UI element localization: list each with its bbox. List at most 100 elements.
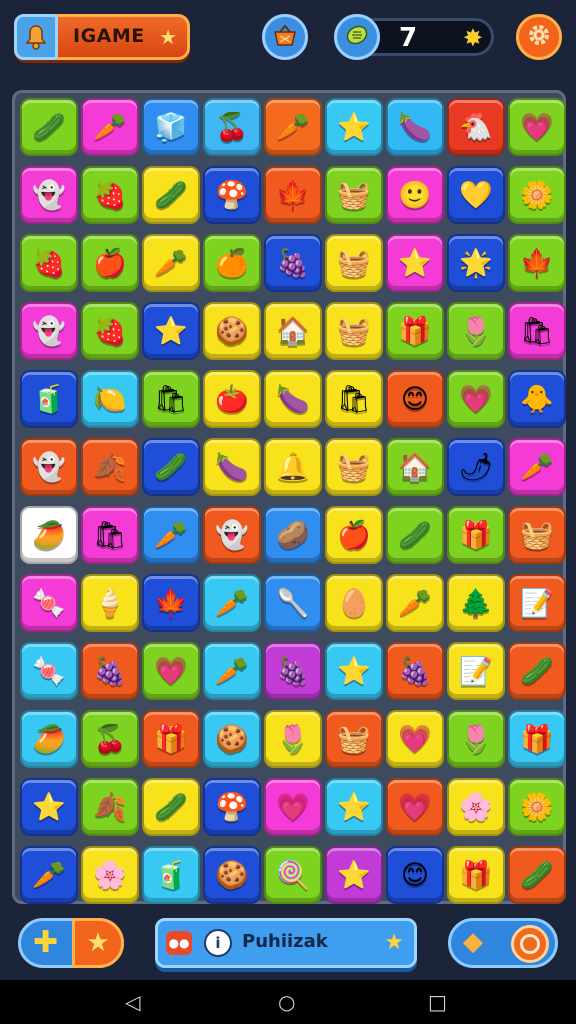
game-tile[interactable]: 🌸	[81, 846, 139, 904]
game-tile[interactable]: 🍓	[20, 234, 78, 292]
game-tile[interactable]: 💛	[447, 166, 505, 224]
game-tile[interactable]: ⭐	[325, 846, 383, 904]
game-tile[interactable]: 🥔	[264, 506, 322, 564]
game-tile[interactable]: 🐔	[447, 98, 505, 156]
game-tile[interactable]: 🌼	[508, 166, 566, 224]
cube-icon[interactable]: ◆	[463, 927, 483, 957]
game-tile[interactable]: 🥕	[508, 438, 566, 496]
game-tile[interactable]: 🍇	[264, 642, 322, 700]
game-tile[interactable]: 🧺	[325, 438, 383, 496]
game-tile[interactable]: 🐥	[508, 370, 566, 428]
game-tile[interactable]: 💗	[264, 778, 322, 836]
game-tile[interactable]: 🌸	[447, 778, 505, 836]
game-tile[interactable]: 🍂	[81, 778, 139, 836]
game-tile[interactable]: 🎁	[447, 506, 505, 564]
game-tile[interactable]: 🍁	[142, 574, 200, 632]
game-tile[interactable]: 🍪	[203, 710, 261, 768]
game-tile[interactable]: 🍇	[81, 642, 139, 700]
game-tile[interactable]: 🎁	[508, 710, 566, 768]
game-tile[interactable]: 🏠	[386, 438, 444, 496]
game-tile[interactable]: ⭐	[386, 234, 444, 292]
game-tile[interactable]: 🛍	[508, 302, 566, 360]
game-tile[interactable]: 🍆	[264, 370, 322, 428]
game-tile[interactable]: 🍎	[325, 506, 383, 564]
game-tile[interactable]: 💗	[386, 710, 444, 768]
recents-nav-button[interactable]: □	[428, 990, 447, 1014]
game-tile[interactable]: 😊	[386, 370, 444, 428]
game-tile[interactable]: 💗	[508, 98, 566, 156]
game-tile[interactable]: 🧃	[142, 846, 200, 904]
game-tile[interactable]: 👻	[20, 302, 78, 360]
game-title-badge[interactable]: IGAME ★	[14, 14, 190, 60]
game-tile[interactable]: 🍪	[203, 846, 261, 904]
game-tile[interactable]: 🧺	[325, 710, 383, 768]
game-tile[interactable]: 🧺	[325, 302, 383, 360]
game-tile[interactable]: 🍎	[81, 234, 139, 292]
game-tile[interactable]: 🥕	[20, 846, 78, 904]
game-tile[interactable]: 🥕	[203, 574, 261, 632]
target-button[interactable]	[511, 925, 549, 963]
game-tile[interactable]: ⭐	[20, 778, 78, 836]
game-tile[interactable]: 🍓	[81, 166, 139, 224]
home-nav-button[interactable]: ○	[278, 990, 295, 1014]
game-tile[interactable]: 🌼	[508, 778, 566, 836]
game-tile[interactable]: 🍊	[203, 234, 261, 292]
back-nav-button[interactable]: ◁	[125, 990, 140, 1014]
game-tile[interactable]: 💗	[447, 370, 505, 428]
game-tile[interactable]: 🍂	[81, 438, 139, 496]
game-tile[interactable]: 🍦	[81, 574, 139, 632]
game-tile[interactable]: 🥭	[20, 710, 78, 768]
basket-button[interactable]	[262, 14, 308, 60]
game-tile[interactable]: 🍁	[508, 234, 566, 292]
game-tile[interactable]: 🍬	[20, 642, 78, 700]
game-tile[interactable]: 🥚	[325, 574, 383, 632]
game-tile[interactable]: 🎁	[447, 846, 505, 904]
game-tile[interactable]: 🥕	[203, 642, 261, 700]
game-tile[interactable]: 🥕	[81, 98, 139, 156]
game-tile[interactable]: 🍆	[386, 98, 444, 156]
game-tile[interactable]: ⭐	[325, 98, 383, 156]
game-tile[interactable]: 😊	[386, 846, 444, 904]
info-icon[interactable]: i	[204, 929, 232, 957]
game-tile[interactable]: 🍄	[203, 778, 261, 836]
game-tile[interactable]: ⭐	[325, 778, 383, 836]
game-tile[interactable]: 📝	[447, 642, 505, 700]
game-tile[interactable]: ⭐	[325, 642, 383, 700]
game-tile[interactable]: 🛍	[325, 370, 383, 428]
game-tile[interactable]: 🍇	[264, 234, 322, 292]
game-tile[interactable]: 🥕	[386, 574, 444, 632]
game-tile[interactable]: 🥕	[142, 234, 200, 292]
coin-button[interactable]	[334, 14, 380, 60]
game-tile[interactable]: 🥒	[142, 438, 200, 496]
game-tile[interactable]: 🌟	[447, 234, 505, 292]
game-tile[interactable]: 🍪	[203, 302, 261, 360]
game-tile[interactable]: 🍅	[203, 370, 261, 428]
game-tile[interactable]: 🍋	[81, 370, 139, 428]
game-tile[interactable]: 🎁	[386, 302, 444, 360]
game-tile[interactable]: 👻	[20, 438, 78, 496]
game-tile[interactable]: 🥒	[20, 98, 78, 156]
game-tile[interactable]: 🌶	[447, 438, 505, 496]
game-tile[interactable]: 🍁	[264, 166, 322, 224]
game-tile[interactable]: 🍒	[81, 710, 139, 768]
game-tile[interactable]: 🧃	[20, 370, 78, 428]
plus-icon[interactable]: ✚	[33, 925, 58, 960]
game-tile[interactable]: 🥒	[142, 166, 200, 224]
game-tile[interactable]: 💗	[142, 642, 200, 700]
game-tile[interactable]: 💗	[386, 778, 444, 836]
game-tile[interactable]: 🧺	[325, 166, 383, 224]
game-tile[interactable]: 🥒	[508, 642, 566, 700]
game-tile[interactable]: 🧺	[508, 506, 566, 564]
game-tile[interactable]: 🥕	[142, 506, 200, 564]
game-tile[interactable]: 👻	[20, 166, 78, 224]
game-tile[interactable]: 🙂	[386, 166, 444, 224]
game-tile[interactable]: 🧺	[325, 234, 383, 292]
game-tile[interactable]: 🌷	[264, 710, 322, 768]
game-tile[interactable]: 🥒	[508, 846, 566, 904]
game-tile[interactable]: 🥒	[142, 778, 200, 836]
game-tile[interactable]: 🍄	[203, 166, 261, 224]
game-tile[interactable]: 🍬	[20, 574, 78, 632]
game-tile[interactable]: 🥄	[264, 574, 322, 632]
settings-button[interactable]	[516, 14, 562, 60]
game-tile[interactable]: 🍒	[203, 98, 261, 156]
